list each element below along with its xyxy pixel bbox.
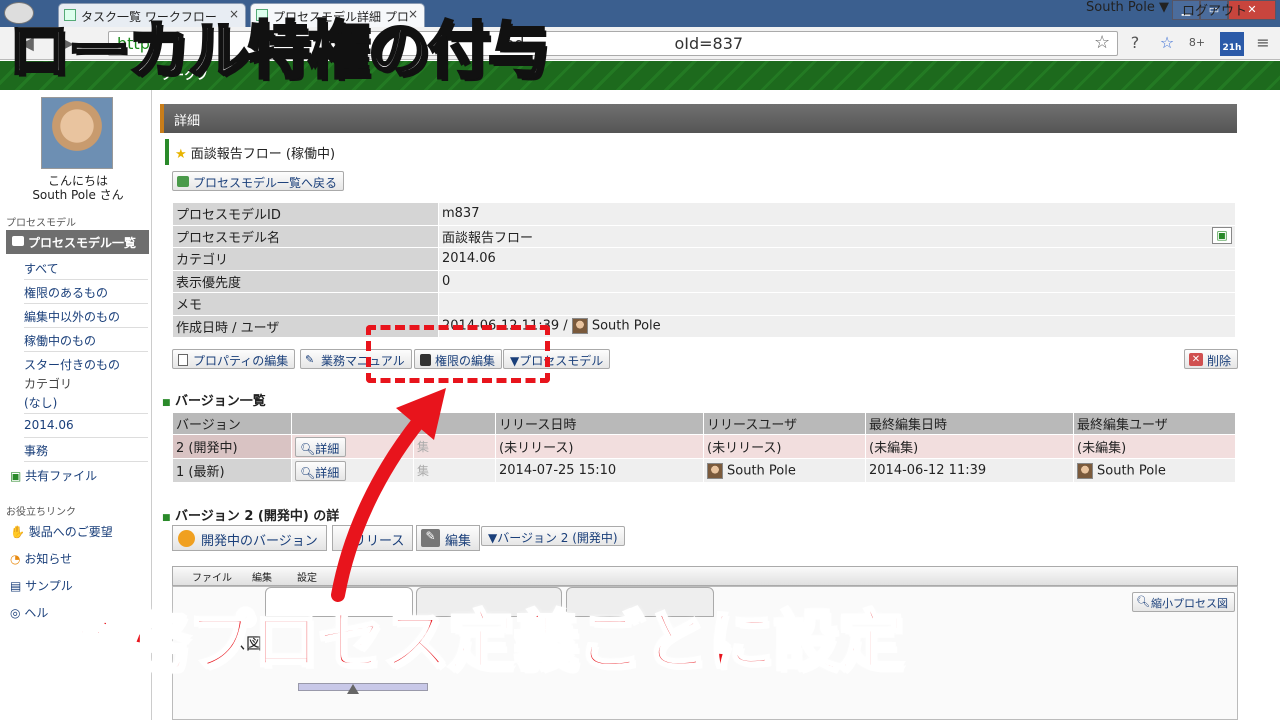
sidebar-link-help[interactable]: ◎ ヘル (10, 604, 48, 621)
power-icon (178, 530, 195, 547)
user-avatar (571, 318, 588, 335)
sidebar-item-permitted[interactable]: 権限のあるもの (24, 280, 148, 304)
user-avatar (1077, 462, 1093, 479)
property-edit-button[interactable]: プロパティの編集 (172, 349, 296, 369)
calendar-extension-icon[interactable]: 21h (1220, 32, 1244, 56)
help-icon: ◎ (10, 606, 21, 620)
version-list-heading: ■ バージョン一覧 (162, 394, 266, 409)
property-table: プロセスモデルID m837 プロセスモデル名 面談報告フロー ▣ カテゴリ 2014.… (172, 202, 1236, 338)
highlight-box (366, 325, 550, 383)
detail-header: 詳細 (160, 104, 1237, 133)
table-row: 表示優先度 0 (172, 269, 1236, 293)
bullet-icon: ■ (162, 513, 171, 523)
back-to-list-button[interactable]: プロセスモデル一覧へ戻る (172, 171, 345, 191)
table-row: プロセスモデルID m837 (172, 202, 1236, 226)
back-arrow-icon (177, 176, 189, 187)
logout-link[interactable]: ログアウト (1182, 0, 1247, 19)
manual-icon: ✎ (305, 353, 315, 366)
table-row: メモ (172, 292, 1236, 316)
sidebar-item-process-model-list[interactable]: プロセスモデル一覧 (6, 230, 149, 254)
delete-icon: ✕ (1189, 353, 1203, 366)
document-icon (178, 354, 188, 366)
delete-button[interactable]: ✕ 削除 (1184, 349, 1239, 369)
bullet-icon: ■ (162, 398, 171, 408)
overlay-caption: 業務プロセス定義ごとに設定 (57, 602, 906, 682)
table-row: カテゴリ 2014.06 (172, 247, 1236, 271)
gplus-extension-icon[interactable]: 8+ (1186, 36, 1208, 56)
help-extension-icon[interactable]: ? (1124, 33, 1146, 53)
flow-title: ★ 面談報告フロー (稼働中) (165, 139, 1235, 165)
version-menu-button[interactable]: ▼バージョン 2 (開発中) (481, 526, 625, 546)
overlay-title: ローカル特権の付与 (6, 13, 551, 89)
zoom-slider[interactable] (298, 683, 428, 691)
sidebar-category-office[interactable]: 事務 (24, 438, 148, 462)
sidebar-section-label: プロセスモデル (6, 218, 76, 229)
comment-icon[interactable]: ▣ (1212, 226, 1232, 244)
bookmark-star-icon[interactable]: ☆ (1094, 32, 1110, 53)
handshake-icon: ✋ (10, 525, 25, 539)
menu-edit[interactable]: 編集 (252, 569, 272, 584)
sidebar-category-2014-06[interactable]: 2014.06 (24, 414, 148, 438)
zoom-slider-thumb[interactable] (347, 684, 359, 694)
sidebar-link-news[interactable]: ◔ お知らせ (10, 550, 72, 567)
user-avatar (707, 462, 723, 479)
rss-icon: ◔ (10, 552, 21, 566)
menu-icon[interactable]: ≡ (1252, 33, 1274, 53)
sidebar-item-not-editing[interactable]: 編集中以外のもの (24, 304, 148, 328)
sidebar-item-all[interactable]: すべて (24, 256, 148, 280)
sidebar-links-label: お役立ちリンク (6, 507, 76, 518)
sidebar-item-running[interactable]: 稼働中のもの (24, 328, 148, 352)
user-menu[interactable]: South Pole ▼ (1086, 0, 1169, 15)
sample-icon: ▤ (10, 579, 22, 593)
table-row: プロセスモデル名 面談報告フロー ▣ (172, 224, 1236, 248)
magnifier-icon: 🔍︎ (1136, 595, 1150, 608)
table-row: 作成日時 / ユーザ 2014-06-12 11:39 / South Pole (172, 314, 1236, 338)
avatar (41, 97, 113, 169)
star-extension-icon[interactable]: ☆ (1156, 33, 1178, 53)
sidebar-link-feedback[interactable]: ✋ 製品へのご要望 (10, 523, 113, 540)
list-icon (12, 236, 24, 246)
star-icon[interactable]: ★ (175, 147, 187, 162)
menu-file[interactable]: ファイル (192, 569, 232, 584)
sidebar-category-none[interactable]: (なし) (24, 390, 148, 414)
annotation-arrow (331, 388, 446, 602)
folder-icon: ▣ (10, 469, 22, 483)
shrink-diagram-button[interactable]: 🔍︎ 縮小プロセス図 (1132, 592, 1235, 612)
greeting-user: South Pole さん (32, 188, 124, 202)
dev-version-button[interactable]: 開発中のバージョン (172, 525, 327, 551)
sidebar-shared-files[interactable]: ▣ 共有ファイル (10, 467, 97, 484)
sidebar-item-starred[interactable]: スター付きのもの (24, 352, 148, 376)
